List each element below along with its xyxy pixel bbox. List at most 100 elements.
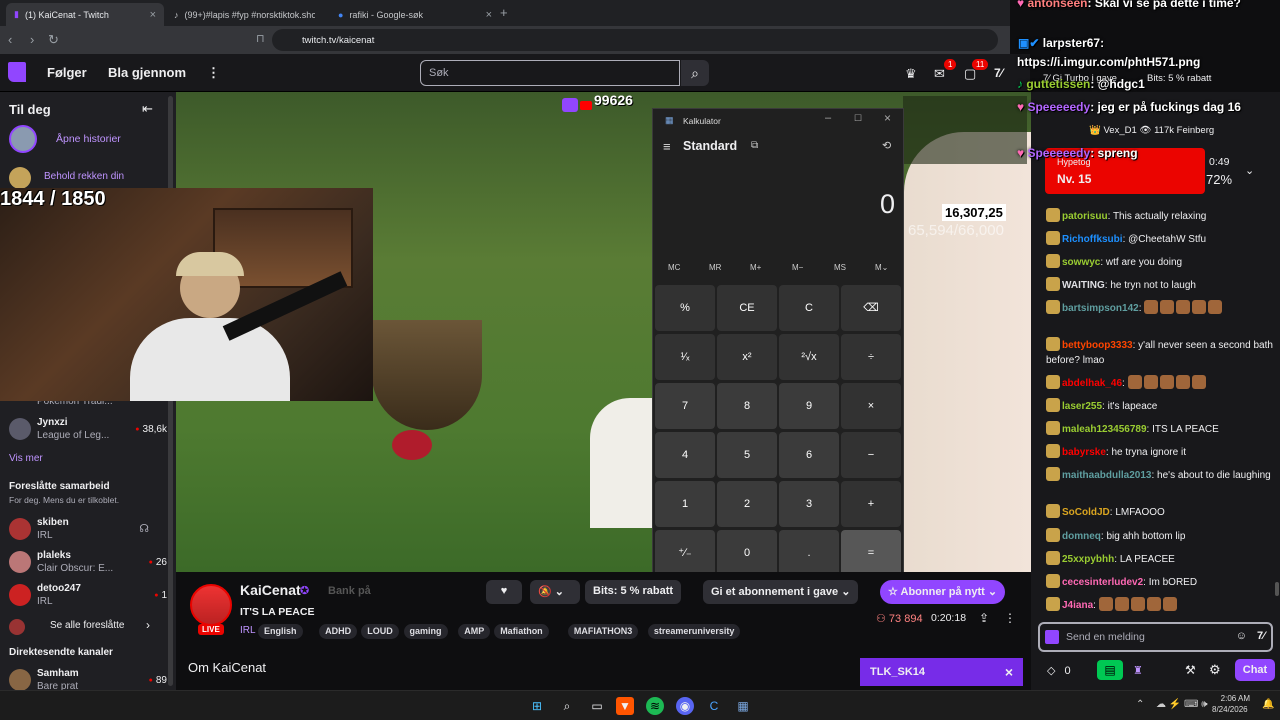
close-icon[interactable]: × [1005,664,1013,680]
clock-date[interactable]: 8/24/2026 [1212,705,1248,714]
chat-username[interactable]: babyrske [1062,447,1106,458]
bookmark-icon[interactable]: ⊓ [256,32,265,45]
collapse-sidebar-icon[interactable]: ⇤ [142,101,153,117]
emote-picker-icon[interactable]: ☺ [1236,630,1247,642]
calc-key-0[interactable]: 0 [717,530,777,576]
calc-key-1[interactable]: 1 [655,481,715,527]
calc-key-ce[interactable]: CE [717,285,777,331]
share-icon[interactable]: ⇪ [979,611,989,625]
turbo-icon[interactable]: 7⁄ [1257,630,1265,642]
nav-browse[interactable]: Bla gjennom [108,65,186,80]
calc-key-4[interactable]: 4 [655,432,715,478]
sidebar-collab-skiben[interactable]: skiben IRL ☊ [9,516,169,546]
tag-chip[interactable]: LOUD [361,624,399,639]
calc-key-multiply[interactable]: × [841,383,901,429]
history-icon[interactable]: ⟲ [882,139,891,152]
chat-username[interactable]: patorisuu [1062,211,1108,222]
tab-tiktok[interactable]: ♪ (99+)#lapis #fyp #norsktiktok.shout... [166,3,328,26]
brave-icon[interactable]: ▼ [616,697,634,715]
calculator-taskbar-icon[interactable]: ▦ [734,697,752,715]
tab-twitch[interactable]: ▮ (1) KaiCenat - Twitch × [6,3,164,26]
close-tab-icon[interactable]: × [150,9,156,21]
chat-username[interactable]: Richoffksubi [1062,234,1123,245]
mem-mc[interactable]: MC [668,263,680,272]
chat-username[interactable]: laser255 [1062,401,1102,412]
calc-key-backspace[interactable]: ⌫ [841,285,901,331]
see-all-suggested-link[interactable]: Se alle foreslåtte › [9,618,169,648]
discord-icon[interactable]: ◉ [676,697,694,715]
calc-key-clear[interactable]: C [779,285,839,331]
gift-sub-button[interactable]: Gi et abonnement i gave ⌄ [703,580,859,604]
calc-key-5[interactable]: 5 [717,432,777,478]
calc-key-6[interactable]: 6 [779,432,839,478]
channel-name[interactable]: KaiCenat [240,582,301,598]
channel-points[interactable]: ◇ 0 [1047,664,1071,677]
open-stories-row[interactable]: Åpne historier [9,125,169,156]
chat-username[interactable]: abdelhak_46 [1062,378,1122,389]
chat-input[interactable]: Send en melding ☺ 7⁄ [1038,622,1273,652]
more-options-icon[interactable]: ⋮ [1004,611,1016,625]
calc-key-square[interactable]: x² [717,334,777,380]
chat-send-button[interactable]: Chat [1235,659,1275,681]
see-more-link[interactable]: Vis mer [9,453,43,464]
mem-mr[interactable]: MR [709,263,721,272]
chevron-down-icon[interactable]: ⌄ [1245,164,1254,177]
calc-key-minus[interactable]: − [841,432,901,478]
chat-username[interactable]: cecesinterludev2 [1062,577,1143,588]
tag-chip[interactable]: Mafiathon [494,624,549,639]
mod-tools-icon[interactable]: ⚒ [1185,663,1196,677]
calc-key-2[interactable]: 2 [717,481,777,527]
tag-chip[interactable]: streameruniversity [647,624,741,639]
tag-chip[interactable]: ADHD [319,624,358,639]
chat-username[interactable]: bettyboop3333 [1062,340,1133,351]
maximize-icon[interactable]: ☐ [854,113,862,124]
resubscribe-button[interactable]: ☆ Abonner på nytt ⌄ [880,580,1006,604]
notifications-bell-icon[interactable]: 🔔 [1262,699,1274,710]
close-icon[interactable]: × [884,111,891,125]
more-menu-icon[interactable]: ⋮ [207,65,220,81]
calc-key-negate[interactable]: ⁺∕₋ [655,530,715,576]
tray-chevron-icon[interactable]: ⌃ [1136,699,1144,710]
tag-chip[interactable]: AMP [458,624,491,639]
spotify-icon[interactable]: ≋ [646,697,664,715]
nav-following[interactable]: Følger [47,65,87,80]
chat-username[interactable]: 25xxpybhh [1062,554,1114,565]
task-view-icon[interactable]: ▭ [588,697,606,715]
hamburger-menu-icon[interactable]: ≡ [663,139,671,154]
keep-on-top-icon[interactable]: ⧉ [751,140,758,151]
tray-icons[interactable]: ☁ ⚡ ⌨ 🕪 [1156,699,1208,710]
prime-icon[interactable]: ♜ [1133,664,1143,677]
mem-list[interactable]: M⌄ [875,263,888,272]
calc-key-divide[interactable]: ÷ [841,334,901,380]
calc-key-7[interactable]: 7 [655,383,715,429]
chat-username[interactable]: bartsimpson142 [1062,303,1139,314]
twitch-logo-icon[interactable] [8,62,26,82]
search-icon[interactable]: ⌕ [681,60,709,86]
reload-icon[interactable]: ↻ [48,32,59,48]
tab-google[interactable]: ● rafiki - Google-søk × [330,3,500,26]
sidebar-channel-jynxzi[interactable]: Jynxzi League of Leg... 38,6k [9,416,169,446]
chat-username[interactable]: J4iana [1062,600,1093,611]
tag-chip[interactable]: MAFIATHON3 [567,624,639,639]
overlay-chat-link[interactable]: https://i.imgur.com/phtH571.png [1017,55,1200,69]
notifications-toggle[interactable]: 🔕 ⌄ [530,580,580,604]
search-icon[interactable]: ⌕ [558,697,576,715]
channel-avatar[interactable] [190,584,232,626]
promo-banner[interactable]: TLK_SK14 × [860,658,1023,686]
calc-key-equals[interactable]: = [841,530,901,576]
back-icon[interactable]: ‹ [8,32,12,47]
chat-username[interactable]: SoColdJD [1062,507,1110,518]
forward-icon[interactable]: › [30,32,34,47]
start-icon[interactable]: ⊞ [528,697,546,715]
chat-username[interactable]: maithaabdulla2013 [1062,470,1151,481]
calc-key-3[interactable]: 3 [779,481,839,527]
tag-chip[interactable]: English [258,624,303,639]
bits-claim-button[interactable]: ▤ [1097,660,1123,680]
bits-discount-button[interactable]: Bits: 5 % rabatt [585,580,682,604]
search-input[interactable]: Søk [420,60,680,86]
mem-ms[interactable]: MS [834,263,846,272]
settings-gear-icon[interactable]: ⚙ [1209,662,1221,678]
chat-bits-button[interactable]: Bits: 5 % rabatt [1147,73,1211,84]
new-tab-button[interactable]: + [500,5,508,20]
chat-username[interactable]: WAITING [1062,280,1105,291]
